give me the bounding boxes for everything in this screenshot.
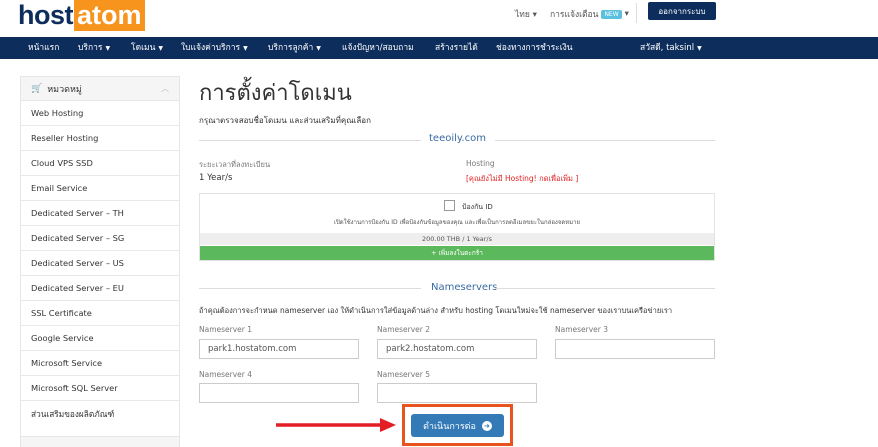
nav-item-payment-channels[interactable]: ช่องทางการชำระเงิน <box>496 37 573 59</box>
nameserver-2-input[interactable]: park2.hostatom.com <box>377 339 537 359</box>
chevron-down-icon: ▼ <box>316 45 321 52</box>
page-title: การตั้งค่าโดเมน <box>199 81 352 106</box>
logout-button[interactable]: ออกจากระบบ <box>648 2 716 20</box>
language-label: ไทย <box>515 10 530 20</box>
nav-item-services[interactable]: บริการ ▼ <box>78 37 110 59</box>
add-hosting-link[interactable]: [คุณยังไม่มี Hosting! กดเพื่อเพิ่ม ] <box>466 173 578 185</box>
chevron-down-icon: ▼ <box>105 45 111 52</box>
divider <box>495 140 715 141</box>
nav-label: ช่องทางการชำระเงิน <box>496 43 573 53</box>
new-badge: NEW <box>601 9 622 19</box>
notifications-menu[interactable]: การแจ้งเตือน NEW ▾ <box>550 7 629 21</box>
id-protection-checkbox[interactable] <box>444 200 455 211</box>
nav-item-domains[interactable]: โดเมน ▼ <box>131 37 163 59</box>
sidebar-item-microsoft[interactable]: Microsoft Service <box>21 351 179 376</box>
nav-label: ใบแจ้งค่าบริการ <box>181 43 241 53</box>
registration-period-value: 1 Year/s <box>199 173 233 183</box>
id-protection-box: ป้องกัน ID เปิดใช้งานการป้องกัน ID เพื่อ… <box>199 193 715 261</box>
nav-item-customer-service[interactable]: บริการลูกค้า ▼ <box>268 37 321 59</box>
continue-button-label: ดำเนินการต่อ <box>423 421 476 432</box>
nav-label: บริการลูกค้า <box>268 43 314 53</box>
hostatom-logo[interactable]: host atom <box>18 0 145 32</box>
nameserver-2-label: Nameserver 2 <box>377 325 431 334</box>
nav-label: บริการ <box>78 43 103 53</box>
nameserver-4-input[interactable] <box>199 383 359 403</box>
nav-item-support[interactable]: แจ้งปัญหา/สอบถาม <box>342 37 414 59</box>
sidebar-item-dedicated-sg[interactable]: Dedicated Server – SG <box>21 226 179 251</box>
pointer-arrow-icon <box>276 418 396 432</box>
nameserver-5-label: Nameserver 5 <box>377 370 431 379</box>
page-subtitle: กรุณาตรวจสอบชื่อโดเมน และส่วนเสริมที่คุณ… <box>199 116 371 125</box>
id-protection-label: ป้องกัน ID <box>462 203 493 211</box>
nav-item-invoices[interactable]: ใบแจ้งค่าบริการ ▼ <box>181 37 248 59</box>
chevron-up-icon: ︿ <box>161 84 169 93</box>
language-selector[interactable]: ไทย ▾ <box>515 7 537 21</box>
divider <box>636 3 637 23</box>
logo-text-atom: atom <box>74 0 145 31</box>
sidebar-secondary-panel <box>20 436 180 447</box>
sidebar-item-reseller-hosting[interactable]: Reseller Hosting <box>21 126 179 151</box>
id-protection-description: เปิดใช้งานการป้องกัน ID เพื่อป้องกันข้อม… <box>333 219 581 226</box>
sidebar-item-web-hosting[interactable]: Web Hosting <box>21 101 179 126</box>
sidebar-item-addons[interactable]: ส่วนเสริมของผลิตภัณฑ์ <box>21 401 179 426</box>
sidebar-heading-label: หมวดหมู่ <box>47 84 82 95</box>
sidebar-item-dedicated-us[interactable]: Dedicated Server – US <box>21 251 179 276</box>
domain-name: teeoily.com <box>429 133 486 144</box>
logo-text-host: host <box>18 0 74 30</box>
nav-item-home[interactable]: หน้าแรก <box>28 37 59 59</box>
user-greeting: สวัสดี, taksinl <box>640 43 695 53</box>
chevron-down-icon: ▼ <box>697 45 702 52</box>
id-protection-price: 200.00 THB / 1 Year/s <box>200 233 714 245</box>
sidebar-item-cloud-vps[interactable]: Cloud VPS SSD <box>21 151 179 176</box>
category-sidebar: 🛒 หมวดหมู่ ︿ Web Hosting Reseller Hostin… <box>20 76 180 441</box>
sidebar-item-dedicated-eu[interactable]: Dedicated Server – EU <box>21 276 179 301</box>
notifications-label: การแจ้งเตือน <box>550 10 599 20</box>
nameservers-heading: Nameservers <box>431 282 498 293</box>
sidebar-item-email-service[interactable]: Email Service <box>21 176 179 201</box>
nameserver-1-input[interactable]: park1.hostatom.com <box>199 339 359 359</box>
chevron-down-icon: ▼ <box>158 45 164 52</box>
nameserver-1-label: Nameserver 1 <box>199 325 253 334</box>
continue-button-highlight: ดำเนินการต่อ ➜ <box>402 404 513 446</box>
nameserver-3-input[interactable] <box>555 339 715 359</box>
nav-label: สร้างรายได้ <box>435 43 478 53</box>
registration-period-label: ระยะเวลาที่ลงทะเบียน <box>199 160 271 169</box>
nameservers-description: ถ้าคุณต้องการจะกำหนด nameserver เอง ให้ด… <box>199 306 673 315</box>
domain-config-panel: การตั้งค่าโดเมน กรุณาตรวจสอบชื่อโดเมน แล… <box>199 60 717 447</box>
sidebar-item-ssl[interactable]: SSL Certificate <box>21 301 179 326</box>
chevron-down-icon: ▼ <box>243 45 248 52</box>
sidebar-heading[interactable]: 🛒 หมวดหมู่ ︿ <box>21 77 179 101</box>
divider <box>199 288 421 289</box>
nav-label: แจ้งปัญหา/สอบถาม <box>342 43 414 53</box>
nav-item-affiliate[interactable]: สร้างรายได้ <box>435 37 478 59</box>
top-bar: host atom ไทย ▾ การแจ้งเตือน NEW ▾ ออกจาก… <box>0 0 878 36</box>
add-to-cart-button[interactable]: + เพิ่มลงในตะกร้า <box>200 246 714 260</box>
nav-item-user-menu[interactable]: สวัสดี, taksinl ▼ <box>640 37 702 59</box>
nav-label: หน้าแรก <box>28 43 60 53</box>
continue-button[interactable]: ดำเนินการต่อ ➜ <box>411 414 504 437</box>
nav-label: โดเมน <box>131 43 156 53</box>
shopping-cart-icon: 🛒 <box>31 83 43 94</box>
chevron-down-icon: ▾ <box>532 10 537 20</box>
sidebar-item-google[interactable]: Google Service <box>21 326 179 351</box>
arrow-right-circle-icon: ➜ <box>481 420 492 431</box>
nameserver-5-input[interactable] <box>377 383 537 403</box>
divider <box>199 140 421 141</box>
chevron-down-icon: ▾ <box>624 9 629 19</box>
sidebar-item-mssql[interactable]: Microsoft SQL Server <box>21 376 179 401</box>
main-navigation: หน้าแรก บริการ ▼ โดเมน ▼ ใบแจ้งค่าบริการ ▼ … <box>0 37 878 59</box>
sidebar-item-dedicated-th[interactable]: Dedicated Server – TH <box>21 201 179 226</box>
nameserver-3-label: Nameserver 3 <box>555 325 609 334</box>
hosting-label: Hosting <box>466 159 495 168</box>
nameserver-4-label: Nameserver 4 <box>199 370 253 379</box>
divider <box>495 288 715 289</box>
